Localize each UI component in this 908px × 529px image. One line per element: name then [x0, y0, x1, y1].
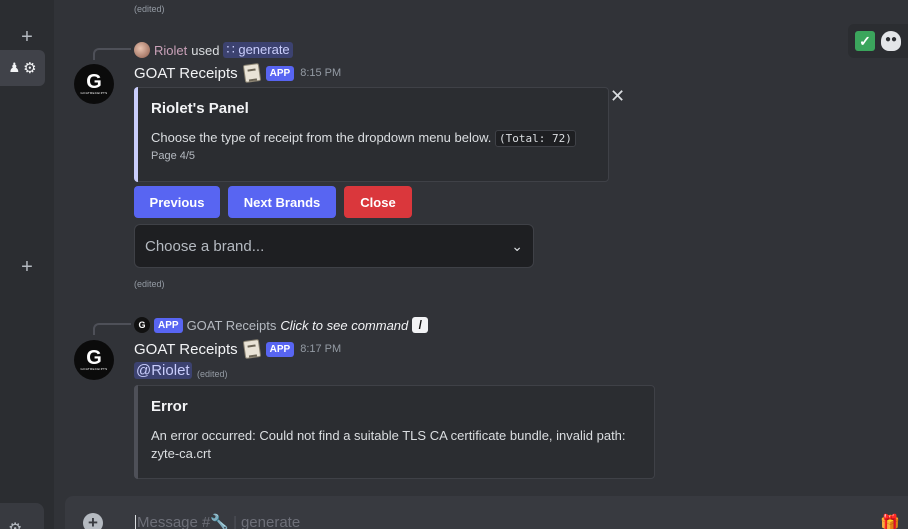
receipt-icon [242, 338, 261, 360]
command-name: generate [238, 42, 290, 57]
reply-bar[interactable]: G APP GOAT Receipts Click to see command… [134, 317, 429, 333]
embed-accent-bar [134, 385, 138, 479]
user-mention[interactable]: @Riolet [134, 362, 192, 379]
total-code: (Total: 72) [495, 130, 576, 147]
slash-command-icon: / [412, 317, 429, 333]
timestamp[interactable]: 8:17 PM [300, 343, 341, 355]
settings-icon[interactable]: ⚙ [8, 519, 22, 529]
add-member-icon: ♟ [8, 60, 21, 75]
plus-icon[interactable]: + [83, 513, 103, 529]
close-icon[interactable]: ✕ [610, 87, 625, 105]
embed-footer: Page 4/5 [151, 150, 196, 162]
reply-connector [93, 48, 131, 60]
riolet-avatar[interactable] [134, 42, 150, 58]
message-composer: + Message #🔧 | generate 🎁 [65, 496, 908, 529]
message-header: GOAT Receipts APP 8:15 PM [134, 62, 341, 84]
embed-description-text: Choose the type of receipt from the drop… [151, 130, 492, 145]
app-tag: APP [265, 65, 295, 81]
reply-bar[interactable]: Riolet used ∷ generate [134, 42, 293, 58]
add-icon[interactable]: + [18, 27, 36, 47]
brand-select-placeholder: Choose a brand... [145, 237, 265, 255]
reaction-bar: ✓ ●● [848, 24, 908, 58]
close-button[interactable]: Close [344, 186, 412, 218]
previous-button[interactable]: Previous [134, 186, 220, 218]
server-sidebar: + ♟ ⚙ + ⚙ [0, 0, 54, 529]
text-caret [135, 514, 136, 529]
chevron-down-icon: ⌄ [511, 237, 523, 254]
author-name[interactable]: GOAT Receipts [134, 65, 238, 82]
message-placeholder: Message # [137, 514, 211, 529]
divider: | [233, 514, 237, 529]
command-placeholder: generate [240, 514, 301, 529]
brand-select[interactable]: Choose a brand... ⌄ [134, 224, 534, 268]
app-tag: APP [154, 317, 183, 333]
embed-title: Riolet's Panel [151, 100, 249, 117]
skull-icon[interactable]: ●● [881, 31, 901, 51]
timestamp[interactable]: 8:15 PM [300, 67, 341, 79]
checkmark-icon[interactable]: ✓ [855, 31, 875, 51]
error-embed: Error An error occurred: Could not find … [134, 385, 655, 479]
bot-avatar[interactable]: G GOATRECEIPTS [74, 340, 114, 380]
command-chip[interactable]: ∷ generate [223, 42, 293, 58]
reply-bot-name[interactable]: GOAT Receipts [187, 318, 277, 333]
edited-label: (edited) [134, 4, 165, 14]
receipt-icon [242, 62, 261, 84]
bot-mini-avatar[interactable]: G [134, 317, 150, 333]
embed-description: Choose the type of receipt from the drop… [151, 129, 576, 148]
app-tag: APP [265, 341, 295, 357]
reply-username[interactable]: Riolet [154, 43, 187, 58]
message-header: GOAT Receipts APP 8:17 PM [134, 338, 341, 360]
edited-label: (edited) [134, 279, 165, 289]
reply-used-text: used [191, 42, 220, 58]
embed-description: An error occurred: Could not find a suit… [151, 428, 626, 461]
click-to-see-command[interactable]: Click to see command [280, 318, 408, 333]
gift-icon[interactable]: 🎁 [880, 513, 900, 529]
edited-label: (edited) [197, 369, 228, 379]
add-icon[interactable]: + [18, 257, 36, 277]
embed-title: Error [151, 398, 188, 415]
gear-icon[interactable]: ⚙ [23, 59, 36, 77]
next-brands-button[interactable]: Next Brands [228, 186, 336, 218]
author-name[interactable]: GOAT Receipts [134, 341, 238, 358]
embed-accent-bar [134, 87, 138, 182]
channel-settings-item[interactable]: ♟ ⚙ [0, 50, 45, 86]
wrench-icon: 🔧 [210, 514, 230, 529]
reply-connector [93, 323, 131, 335]
message-input[interactable]: Message #🔧 | generate [135, 513, 300, 529]
panel-embed: Riolet's Panel Choose the type of receip… [134, 87, 609, 182]
user-panel: ⚙ [0, 503, 44, 529]
bot-avatar[interactable]: G GOATRECEIPTS [74, 64, 114, 104]
